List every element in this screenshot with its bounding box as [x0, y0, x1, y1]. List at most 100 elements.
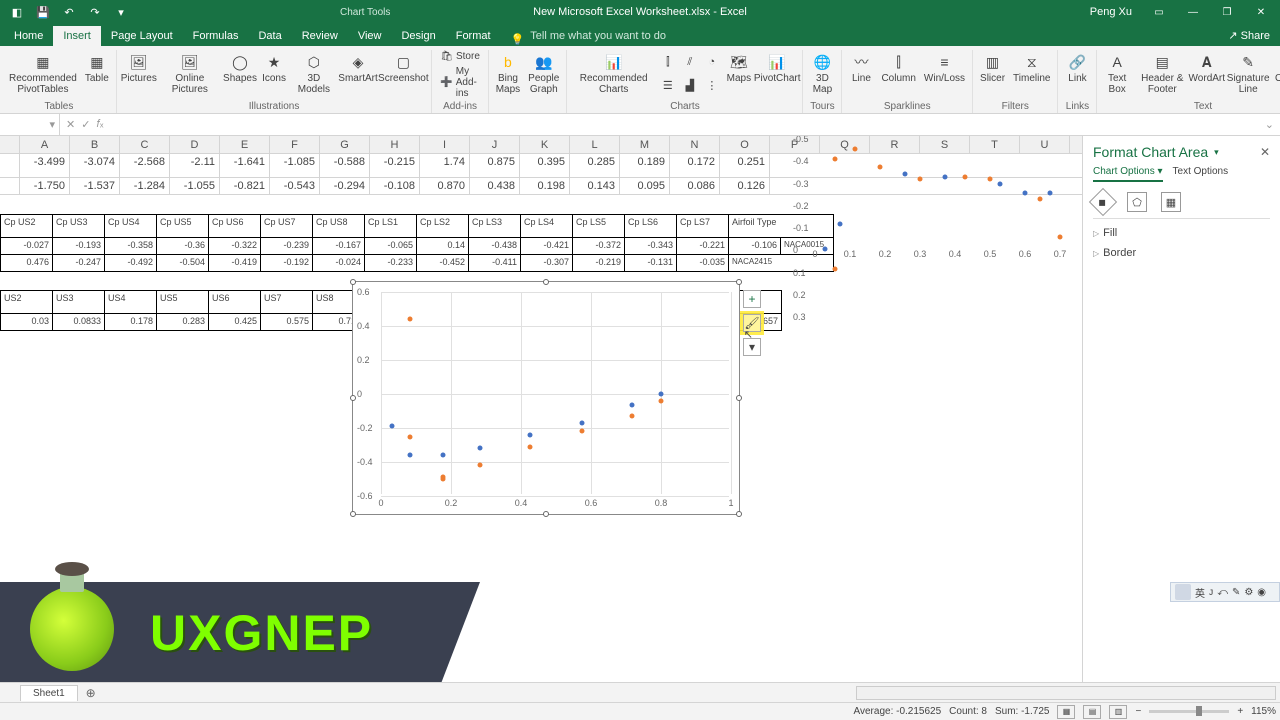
column-header[interactable]: M [620, 136, 670, 153]
sparkline-winloss-button[interactable]: ≡Win/Loss [921, 50, 968, 86]
column-header[interactable]: F [270, 136, 320, 153]
my-addins-button[interactable]: ➕ My Add-ins [436, 65, 484, 100]
timeline-button[interactable]: ⧖Timeline [1010, 50, 1053, 86]
border-section[interactable]: Border [1093, 247, 1270, 259]
status-bar: Average: -0.215625 Count: 8 Sum: -1.725 … [0, 702, 1280, 720]
column-header[interactable]: C [120, 136, 170, 153]
header-footer-button[interactable]: ▤Header & Footer [1135, 50, 1190, 97]
shapes-button[interactable]: ◯Shapes [223, 50, 257, 86]
recommended-charts-button[interactable]: 📊Recommended Charts [571, 50, 655, 97]
people-graph-button[interactable]: 👥People Graph [525, 50, 562, 97]
tab-design[interactable]: Design [391, 26, 445, 46]
column-header[interactable]: K [520, 136, 570, 153]
minimize-button[interactable]: — [1178, 0, 1208, 24]
3d-map-button[interactable]: 🌐3D Map [807, 50, 837, 97]
user-name[interactable]: Peng Xu [1090, 6, 1132, 18]
zoom-slider[interactable] [1149, 710, 1229, 713]
page-break-view-button[interactable]: ▥ [1109, 705, 1127, 719]
chart-options-tab[interactable]: Chart Options ▾ [1093, 166, 1163, 182]
formula-input[interactable] [109, 117, 1258, 133]
column-header[interactable]: O [720, 136, 770, 153]
sparkline-line-button[interactable]: 〰Line [846, 50, 876, 86]
column-header[interactable]: I [420, 136, 470, 153]
maps-button[interactable]: 🗺Maps [724, 50, 754, 86]
pie-chart-icon[interactable]: ◔ [702, 52, 722, 72]
bar-chart-icon[interactable]: ☰ [658, 75, 678, 95]
recommended-pivottables-button[interactable]: ▦Recommended PivotTables [6, 50, 80, 97]
column-header[interactable]: L [570, 136, 620, 153]
area-chart-icon[interactable]: ▟ [680, 75, 700, 95]
autosave-icon[interactable]: ◧ [8, 3, 26, 21]
redo-icon[interactable]: ↷ [86, 3, 104, 21]
normal-view-button[interactable]: ▦ [1057, 705, 1075, 719]
text-options-tab[interactable]: Text Options [1173, 166, 1229, 182]
column-chart-icon[interactable]: ⫿ [658, 52, 678, 72]
slicer-button[interactable]: ▥Slicer [977, 50, 1008, 86]
save-icon[interactable]: 💾 [34, 3, 52, 21]
column-header[interactable]: G [320, 136, 370, 153]
tab-review[interactable]: Review [292, 26, 348, 46]
tab-insert[interactable]: Insert [53, 26, 101, 46]
tab-home[interactable]: Home [4, 26, 53, 46]
tab-formulas[interactable]: Formulas [183, 26, 249, 46]
column-header[interactable]: A [20, 136, 70, 153]
table-button[interactable]: ▦Table [82, 50, 112, 86]
line-chart-icon[interactable]: ⫽ [680, 52, 700, 72]
link-button[interactable]: 🔗Link [1062, 50, 1092, 86]
zoom-in-button[interactable]: + [1237, 706, 1243, 717]
enter-formula-icon[interactable]: ✓ [81, 118, 90, 131]
expand-formula-bar-icon[interactable]: ⌄ [1259, 118, 1280, 131]
zoom-out-button[interactable]: − [1135, 706, 1141, 717]
size-properties-icon[interactable]: ▦ [1161, 192, 1181, 212]
effects-icon[interactable]: ⬠ [1127, 192, 1147, 212]
cancel-formula-icon[interactable]: ✕ [66, 118, 75, 131]
object-button[interactable]: ▢Object [1275, 50, 1280, 86]
column-header[interactable]: B [70, 136, 120, 153]
pivotchart-button[interactable]: 📊PivotChart [756, 50, 799, 86]
language-bar[interactable]: 英ᴊ⤺✎⚙◉ [1170, 582, 1280, 602]
wordart-button[interactable]: 𝐀WordArt [1192, 50, 1222, 86]
embedded-chart[interactable]: 00.20.40.60.81-0.6-0.4-0.200.20.40.6 + 🖌… [352, 281, 740, 515]
fill-line-icon[interactable]: ◆ [1089, 188, 1117, 216]
bing-maps-button[interactable]: bBing Maps [493, 50, 523, 97]
close-button[interactable]: ✕ [1246, 0, 1276, 24]
fill-section[interactable]: Fill [1093, 227, 1270, 239]
icons-button[interactable]: ★Icons [259, 50, 289, 86]
maximize-button[interactable]: ❐ [1212, 0, 1242, 24]
tab-page-layout[interactable]: Page Layout [101, 26, 183, 46]
3d-models-button[interactable]: ⬡3D Models [291, 50, 337, 97]
column-header[interactable]: E [220, 136, 270, 153]
close-pane-icon[interactable]: ✕ [1260, 145, 1270, 159]
name-box[interactable]: ▾ [0, 114, 60, 135]
tab-view[interactable]: View [348, 26, 392, 46]
text-box-button[interactable]: AText Box [1101, 50, 1132, 97]
scatter-chart-icon[interactable]: ⋮ [702, 75, 722, 95]
chart-elements-button[interactable]: + [743, 290, 761, 308]
smartart-button[interactable]: ◈SmartArt [339, 50, 378, 86]
column-header[interactable]: H [370, 136, 420, 153]
tell-me-search[interactable]: Tell me what you want to do [524, 26, 672, 46]
zoom-level[interactable]: 115% [1251, 706, 1276, 717]
insert-function-icon[interactable]: 𝑓ₓ [96, 118, 103, 131]
column-header[interactable]: J [470, 136, 520, 153]
horizontal-scrollbar[interactable] [856, 686, 1276, 700]
tab-data[interactable]: Data [248, 26, 291, 46]
sparkline-column-button[interactable]: ⫿Column [878, 50, 918, 86]
signature-line-button[interactable]: ✎Signature Line [1224, 50, 1273, 97]
share-button[interactable]: ↗ Share [1218, 25, 1280, 46]
new-sheet-button[interactable]: ⊕ [82, 684, 100, 702]
ribbon-display-icon[interactable]: ▭ [1144, 0, 1174, 24]
qat-customize-icon[interactable]: ▾ [112, 3, 130, 21]
pictures-button[interactable]: 🖼Pictures [121, 50, 157, 86]
column-header[interactable]: N [670, 136, 720, 153]
online-pictures-button[interactable]: 🖼Online Pictures [159, 50, 221, 97]
store-button[interactable]: 🛍 Store [436, 50, 484, 63]
sheet-tab-1[interactable]: Sheet1 [20, 685, 78, 701]
page-layout-view-button[interactable]: ▤ [1083, 705, 1101, 719]
undo-icon[interactable]: ↶ [60, 3, 78, 21]
worksheet-grid[interactable]: ABCDEFGHIJKLMNOPQRSTU -3.499-3.074-2.568… [0, 136, 1082, 682]
column-header[interactable]: D [170, 136, 220, 153]
secondary-chart[interactable]: -0.5-0.4-0.3-0.2-0.100.10.20.300.10.20.3… [795, 139, 1075, 317]
tab-format[interactable]: Format [446, 26, 501, 46]
screenshot-button[interactable]: ▢Screenshot [379, 50, 427, 86]
